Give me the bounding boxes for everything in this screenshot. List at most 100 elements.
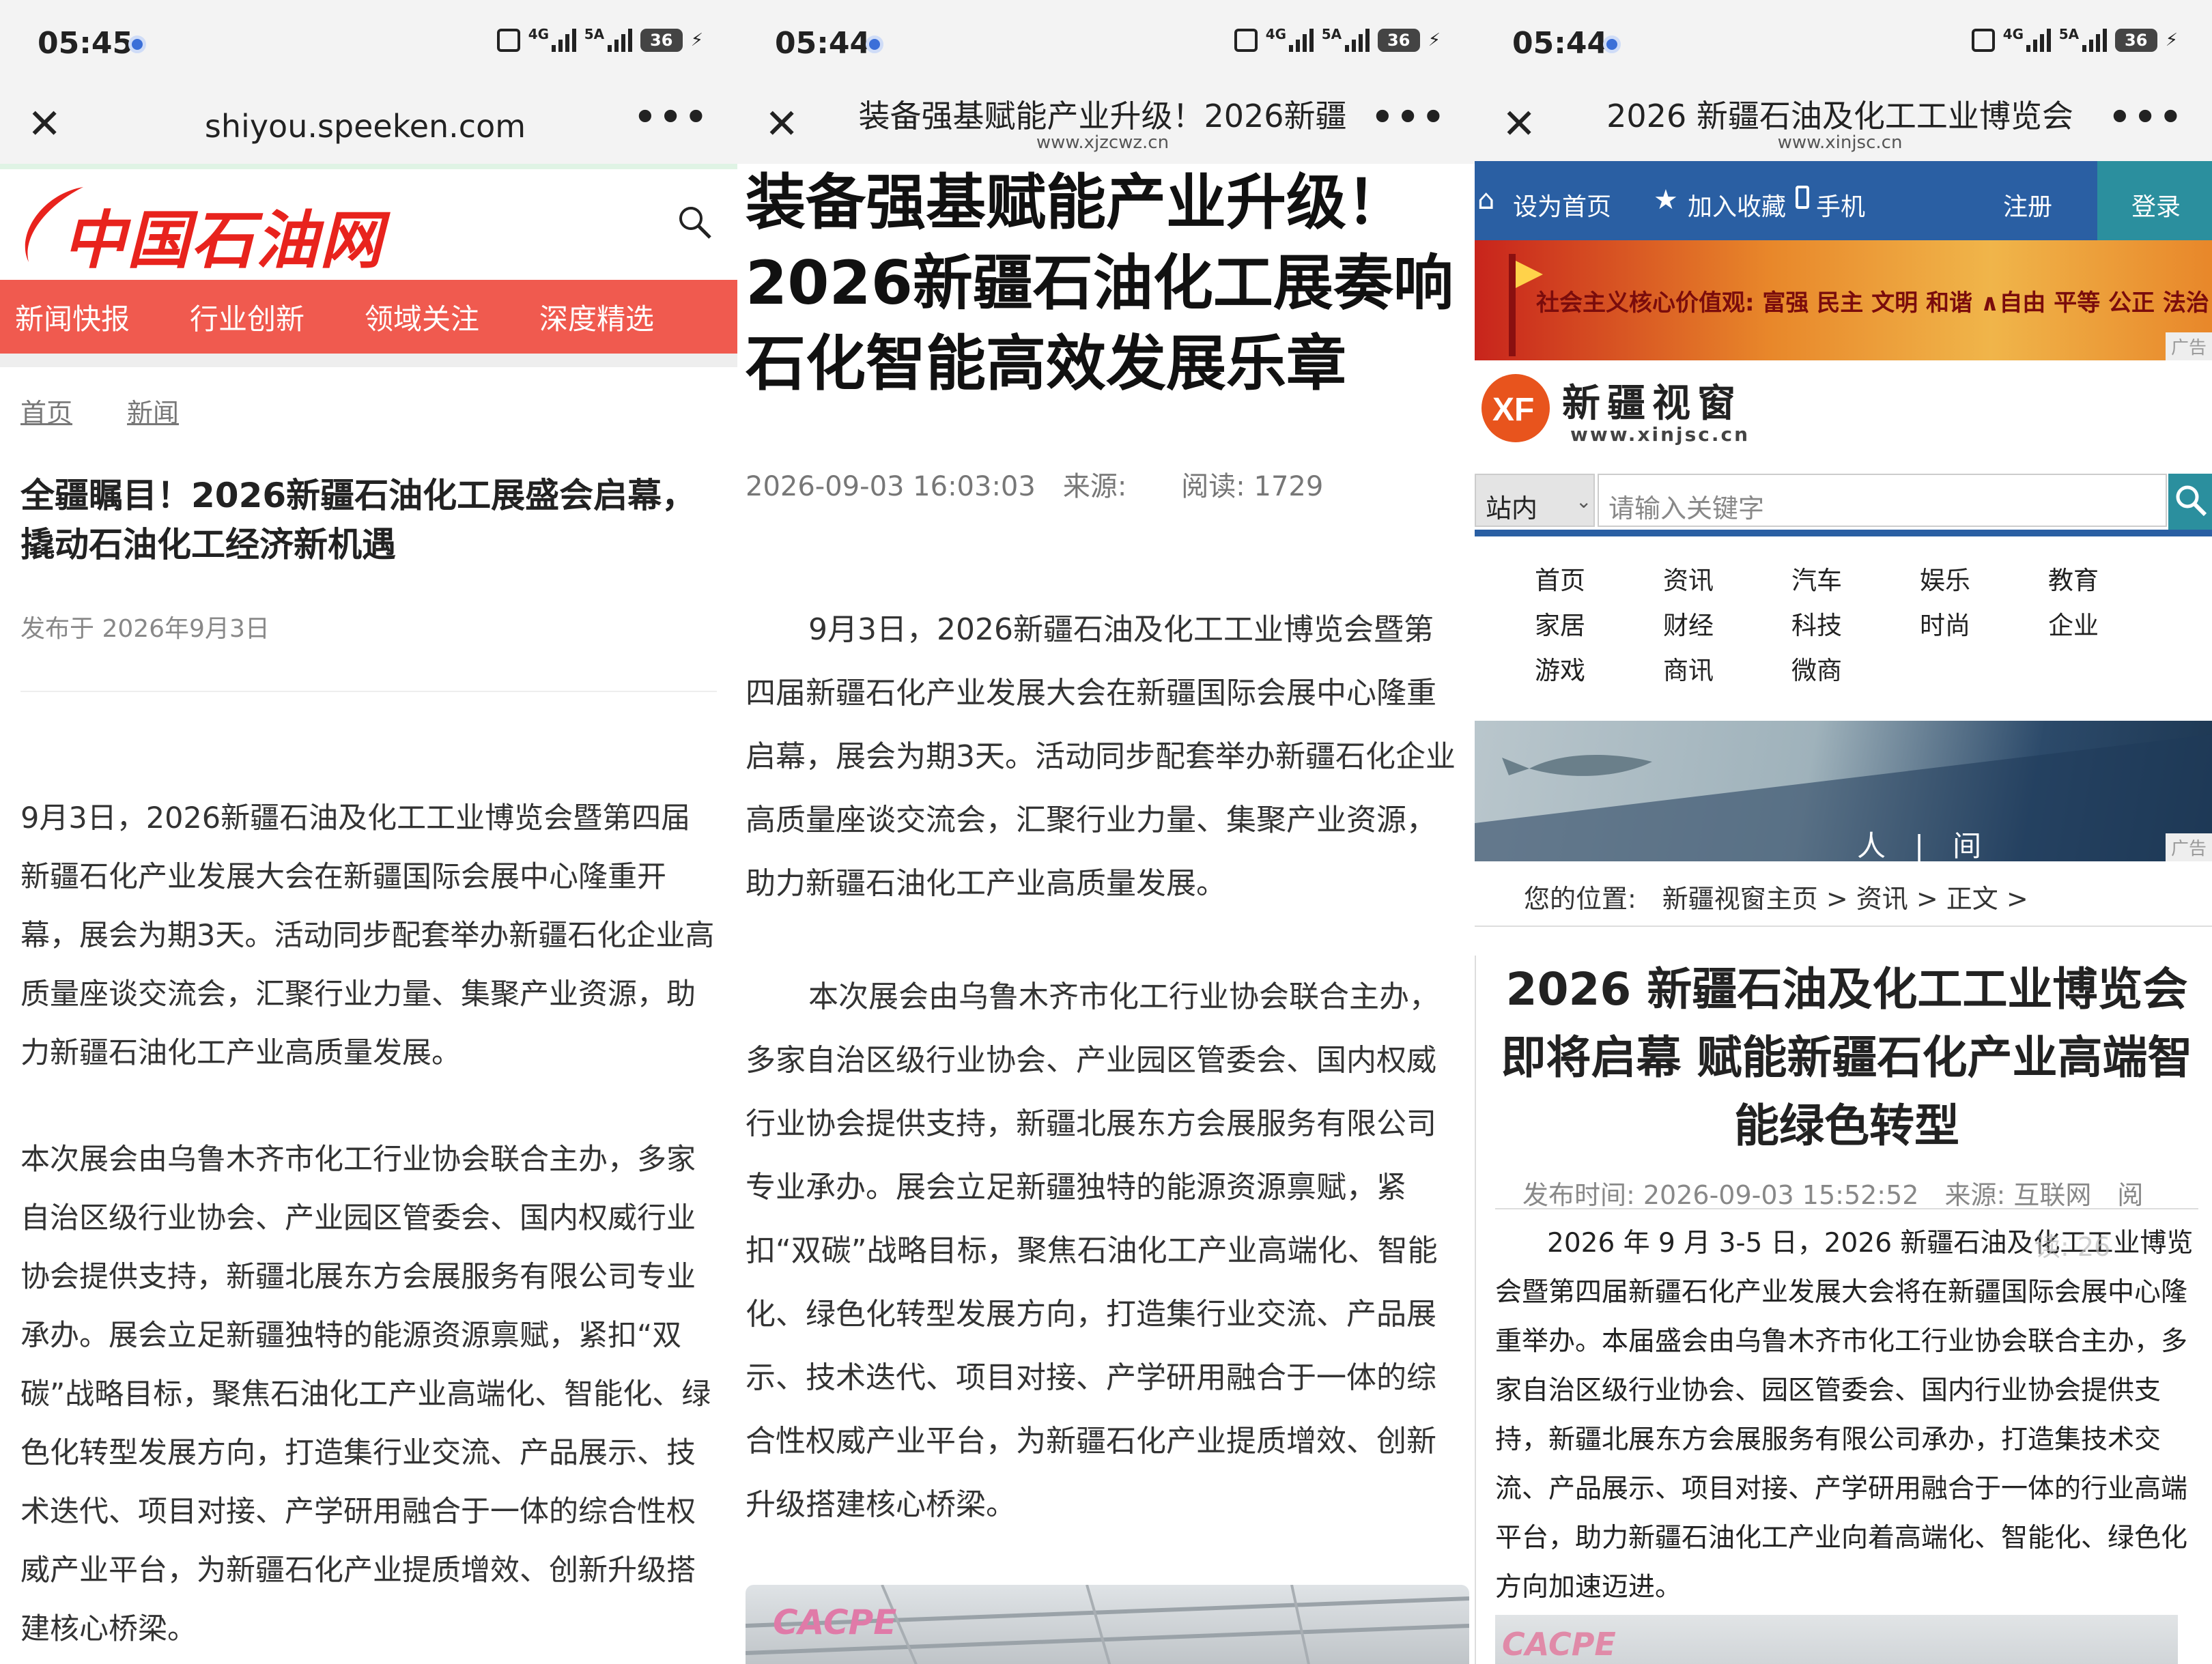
search-scope-value: 站内 [1486, 493, 1538, 523]
menu-item[interactable]: 资讯 [1663, 560, 1714, 597]
battery-icon: 36 [640, 29, 683, 52]
site-brand: XF 新疆视窗 www.xinjsc.cn [1475, 360, 2212, 470]
article-meta: 2026-09-03 16:03:03 来源: 阅读: 1729 [746, 471, 1324, 502]
article-title: 全疆瞩目！2026新疆石油化工展盛会启幕，撬动石油化工经济新机遇 [20, 476, 696, 564]
image-banner-ad[interactable]: 人 | 间 广告 [1475, 721, 2212, 861]
status-bar: 05:44 4G 5A 36 ⚡ [737, 0, 1475, 89]
site-logo[interactable]: 中国石油网 [63, 190, 384, 281]
more-icon[interactable]: ••• [2108, 97, 2185, 138]
divider [1475, 926, 2212, 927]
signal-icon: 4G [1266, 26, 1314, 52]
main-nav: 新闻快报 行业创新 领域关注 深度精选 [0, 280, 737, 354]
signal-icon: 4G [528, 26, 576, 52]
breadcrumb-home[interactable]: 首页 [20, 392, 72, 429]
browser-toolbar: ✕ 装备强基赋能产业升级！2026新疆 www.xjzcwz.cn ••• [737, 89, 1475, 164]
search-input[interactable]: 请输入关键字 [1598, 474, 2167, 527]
mobile-link[interactable]: 手机 [1816, 187, 1865, 223]
status-time: 05:44 [1512, 26, 1608, 61]
page-domain: www.xinjsc.cn [1777, 132, 1903, 153]
article-paragraph: 本次展会由乌鲁木齐市化工行业协会联合主办，多家自治区级行业协会、产业园区管委会、… [20, 1143, 711, 1646]
menu-item[interactable]: 时尚 [1920, 605, 1970, 642]
page-title: 2026 新疆石油及化工工业博览会 [1606, 98, 2073, 134]
screenshot-panel-2: 05:44 4G 5A 36 ⚡ ✕ 装备强基赋能产业升级！2026新疆 www… [737, 0, 1475, 1664]
publish-date: 发布于 2026年9月3日 [20, 615, 270, 643]
page-url: shiyou.speeken.com [204, 108, 526, 145]
browser-toolbar: ✕ 2026 新疆石油及化工工业博览会 www.xinjsc.cn ••• [1475, 89, 2212, 164]
add-favorite-link[interactable]: 加入收藏 [1654, 187, 1786, 223]
status-time: 05:44 [775, 26, 871, 61]
article-meta: 发布时间: 2026-09-03 15:52:52 来源: 互联网 阅 [1522, 1180, 2144, 1210]
nav-item[interactable]: 领域关注 [365, 296, 479, 338]
charging-icon: ⚡ [2165, 30, 2178, 51]
search-scope-select[interactable]: 站内 ⌄ [1475, 474, 1595, 527]
article-headline: 2026 新疆石油及化工工业博览会即将启幕 赋能新疆石化产业高端智能绿色转型 [1501, 963, 2193, 1152]
breadcrumb-news[interactable]: 新闻 [127, 392, 179, 429]
site-header: 中国石油网 [0, 169, 737, 278]
menu-item[interactable]: 微商 [1791, 650, 1842, 687]
whale-image [1475, 734, 2212, 861]
banner2-text: 人 | 间 [1857, 829, 1982, 861]
charging-icon: ⚡ [690, 30, 703, 51]
battery-icon: 36 [1377, 29, 1420, 52]
nav-item[interactable]: 行业创新 [190, 296, 304, 338]
menu-item[interactable]: 游戏 [1535, 650, 1585, 687]
ad-label: 广告 [2165, 833, 2212, 861]
login-button[interactable]: 登录 [2131, 187, 2181, 223]
more-icon[interactable]: ••• [634, 97, 710, 138]
site-logo-icon[interactable]: XF [1480, 373, 1551, 444]
nav-item[interactable]: 新闻快报 [15, 296, 130, 338]
article-paragraph: 9月3日，2026新疆石油及化工工业博览会暨第四届新疆石化产业发展大会在新疆国际… [746, 612, 1456, 901]
battery-icon: 36 [2114, 29, 2157, 52]
signal-icon: 5A [2059, 26, 2107, 52]
article-paragraph: 本次展会由乌鲁木齐市化工行业协会联合主办，多家自治区级行业协会、产业园区管委会、… [746, 979, 1439, 1522]
article-image: CACPE [746, 1585, 1469, 1664]
menu-item[interactable]: 企业 [2048, 605, 2099, 642]
menu-item[interactable]: 首页 [1535, 560, 1585, 597]
signal-icon: 4G [2003, 26, 2051, 52]
set-homepage-link[interactable]: 设为首页 [1513, 187, 1611, 223]
divider [20, 691, 717, 692]
svg-text:XF: XF [1492, 392, 1534, 428]
divider [1495, 1208, 2198, 1209]
menu-item[interactable]: 汽车 [1791, 560, 1842, 597]
nfc-icon [1234, 29, 1258, 52]
menu-item[interactable]: 科技 [1791, 605, 1842, 642]
nav-item[interactable]: 深度精选 [539, 296, 654, 338]
search-icon[interactable] [676, 203, 714, 242]
screenshot-panel-1: 05:45 4G 5A 36 ⚡ ✕ shiyou.speeken.com ••… [0, 0, 737, 1664]
image-logo-text: CACPE [773, 1603, 897, 1642]
search-button[interactable] [2168, 474, 2212, 530]
menu-item[interactable]: 家居 [1535, 605, 1585, 642]
nfc-icon [1971, 29, 1995, 52]
page-domain: www.xjzcwz.cn [1036, 132, 1169, 153]
site-topbar: ⌂ 设为首页 ★ 加入收藏 手机 注册 登录 [1475, 161, 2212, 240]
ad-label: 广告 [2165, 332, 2212, 360]
browser-toolbar: ✕ shiyou.speeken.com ••• [0, 89, 737, 164]
breadcrumb: 您的位置: 新疆视窗主页 > 资讯 > 正文 > [1524, 884, 2028, 914]
close-icon[interactable]: ✕ [27, 104, 61, 145]
menu-item[interactable]: 娱乐 [1920, 560, 1970, 597]
category-menu: 首页 资讯 汽车 娱乐 教育家居 财经 科技 时尚 企业游戏 商讯 微商 [1475, 560, 2212, 708]
mobile-icon [1796, 186, 1809, 209]
load-progress [0, 164, 737, 169]
article-paragraph: 9月3日，2026新疆石油及化工工业博览会暨第四届新疆石化产业发展大会在新疆国际… [20, 801, 715, 1070]
close-icon[interactable]: ✕ [765, 104, 799, 145]
banner-text: 社会主义核心价值观: 富强 民主 文明 和谐 ∧自由 平等 公正 法治 ∧爱国 … [1536, 289, 2212, 317]
menu-item[interactable]: 教育 [2048, 560, 2099, 597]
values-banner-ad[interactable]: 社会主义核心价值观: 富强 民主 文明 和谐 ∧自由 平等 公正 法治 ∧爱国 … [1475, 240, 2212, 360]
close-icon[interactable]: ✕ [1502, 104, 1536, 145]
more-icon[interactable]: ••• [1371, 97, 1447, 138]
search-placeholder: 请输入关键字 [1608, 493, 1765, 523]
menu-item[interactable]: 财经 [1663, 605, 1714, 642]
register-link[interactable]: 注册 [2003, 187, 2052, 223]
signal-icon: 5A [1322, 26, 1370, 52]
status-time: 05:45 [38, 26, 134, 61]
image-logo-text: CACPE [1502, 1626, 1616, 1663]
signal-icon: 5A [584, 26, 632, 52]
search-icon [2176, 485, 2207, 517]
article-body: 2026 年 9 月 3-5 日，2026 新疆石油及化工工业博览会暨第四届新疆… [1495, 1228, 2194, 1603]
home-icon: ⌂ [1477, 184, 1495, 216]
flag-emblem-icon [1509, 254, 1543, 356]
menu-item[interactable]: 商讯 [1663, 650, 1714, 687]
chevron-down-icon: ⌄ [1576, 490, 1592, 513]
